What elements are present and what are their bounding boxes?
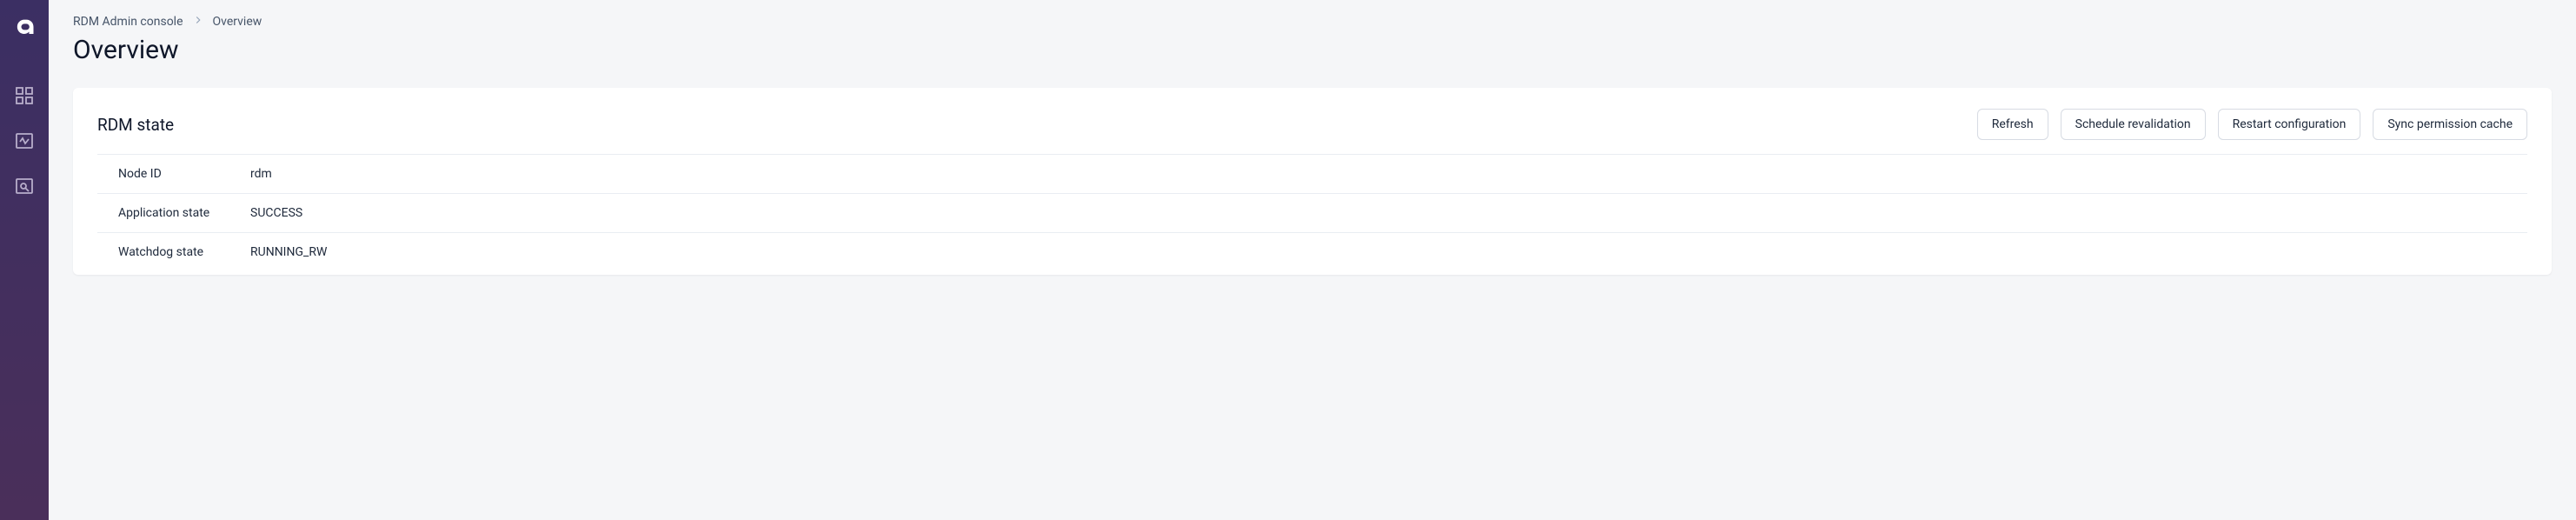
row-label: Watchdog state — [97, 233, 250, 272]
row-label: Node ID — [97, 155, 250, 194]
row-value: SUCCESS — [250, 194, 2527, 233]
row-label: Application state — [97, 194, 250, 233]
button-row: Refresh Schedule revalidation Restart co… — [1977, 109, 2527, 140]
sync-permission-cache-button[interactable]: Sync permission cache — [2373, 109, 2527, 140]
sidebar-item-search[interactable] — [14, 176, 35, 197]
state-table: Node ID rdm Application state SUCCESS Wa… — [97, 154, 2527, 271]
chevron-right-icon — [192, 14, 204, 30]
schedule-revalidation-button[interactable]: Schedule revalidation — [2061, 109, 2206, 140]
breadcrumb: RDM Admin console Overview — [73, 14, 2552, 30]
refresh-button[interactable]: Refresh — [1977, 109, 2048, 140]
card-title: RDM state — [97, 115, 174, 135]
table-row: Node ID rdm — [97, 155, 2527, 194]
sidebar-item-dashboard[interactable] — [14, 85, 35, 106]
rdm-state-card: RDM state Refresh Schedule revalidation … — [73, 88, 2552, 275]
table-row: Application state SUCCESS — [97, 194, 2527, 233]
app-logo — [12, 16, 37, 40]
sidebar-item-monitor[interactable] — [14, 130, 35, 151]
breadcrumb-current: Overview — [213, 15, 262, 29]
main-content: RDM Admin console Overview Overview RDM … — [49, 0, 2576, 520]
breadcrumb-root[interactable]: RDM Admin console — [73, 15, 183, 29]
restart-configuration-button[interactable]: Restart configuration — [2218, 109, 2361, 140]
row-value: rdm — [250, 155, 2527, 194]
page-title: Overview — [73, 35, 2552, 65]
side-nav — [14, 85, 35, 197]
row-value: RUNNING_RW — [250, 233, 2527, 272]
sidebar — [0, 0, 49, 520]
table-row: Watchdog state RUNNING_RW — [97, 233, 2527, 272]
